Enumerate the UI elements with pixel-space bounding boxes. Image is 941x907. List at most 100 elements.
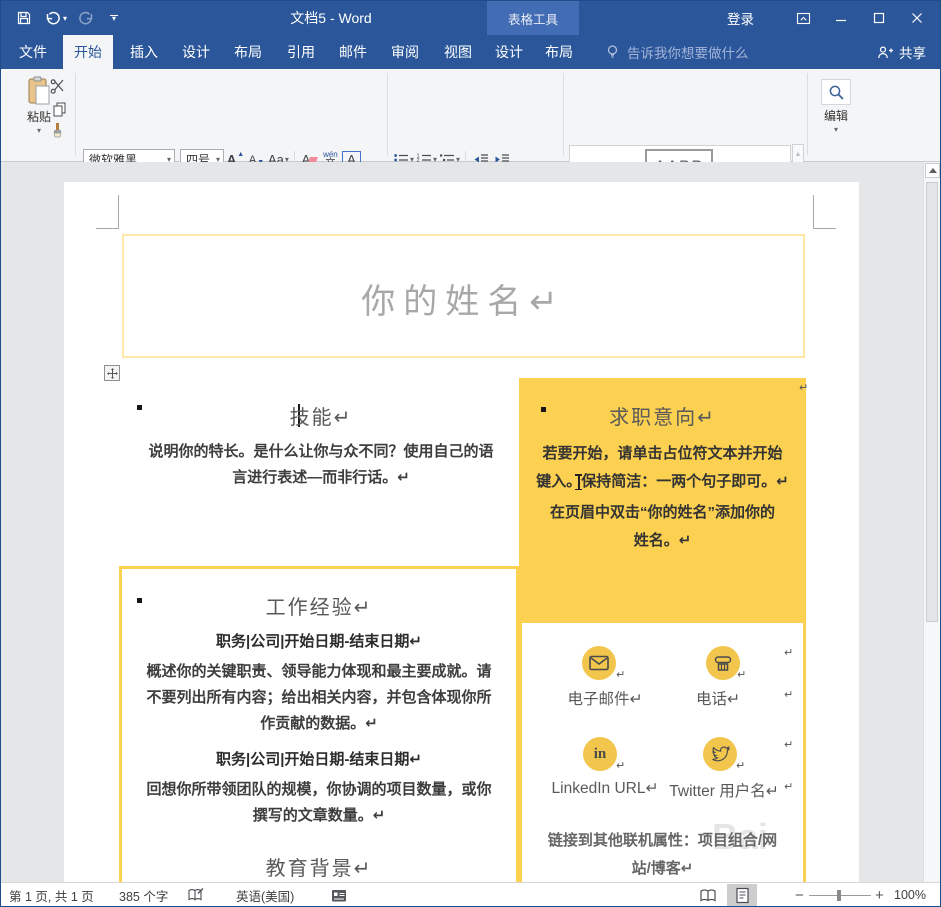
ribbon: 粘贴 ▾ 剪贴板 微软雅黑▾ 四号▾ A▲ A▼ Aa▾ — [1, 69, 940, 162]
print-layout-icon[interactable] — [727, 884, 757, 906]
minimize-button[interactable] — [826, 1, 856, 35]
zoom-out-icon[interactable]: − — [795, 883, 804, 907]
tab-mailings[interactable]: 邮件 — [330, 35, 376, 69]
copy-icon[interactable] — [49, 99, 69, 118]
quick-access-toolbar: ▾ ▾ — [15, 1, 123, 35]
table-move-handle-icon[interactable] — [104, 365, 120, 381]
pilcrow-mark: ↵ — [799, 381, 808, 394]
redo-icon[interactable] — [77, 9, 95, 27]
vertical-scrollbar[interactable] — [923, 162, 940, 882]
share-button[interactable]: 共享 — [877, 35, 926, 69]
tab-references[interactable]: 引用 — [278, 35, 324, 69]
tell-me-box[interactable]: 告诉我你想要做什么 — [605, 35, 749, 69]
pilcrow-mark: ↵ — [616, 759, 625, 772]
zoom-slider-knob[interactable] — [837, 890, 841, 901]
undo-dropdown-icon[interactable]: ▾ — [63, 14, 67, 23]
work-desc-line[interactable]: 回想你所带领团队的规模，你协调的项目数量，或你 — [124, 777, 514, 803]
objective-line[interactable]: 在页眉中双击“你的姓名”添加你的 — [525, 499, 800, 527]
work-job-line[interactable]: 职务|公司|开始日期-结束日期↵ — [124, 629, 514, 655]
tab-file[interactable]: 文件 — [11, 35, 55, 69]
twitter-icon[interactable] — [703, 737, 737, 771]
tab-insert[interactable]: 插入 — [121, 35, 167, 69]
work-desc-line[interactable]: 作贡献的数据。↵ — [124, 711, 514, 737]
contact-label-linkedin[interactable]: LinkedIn URL↵ — [552, 779, 659, 798]
cut-icon[interactable] — [47, 77, 67, 96]
document-page[interactable]: 你的姓名↵ 技能↵ 说明你的特长。是什么让你与众不同？使用自己的语 言进行表述—… — [64, 182, 859, 882]
pilcrow-mark: ↵ — [736, 759, 745, 772]
skills-line[interactable]: 说明你的特长。是什么让你与众不同？使用自己的语 — [136, 439, 506, 465]
editing-label: 编辑 — [824, 107, 848, 124]
customize-qat-icon[interactable]: ▾ — [105, 9, 123, 27]
work-desc-line[interactable]: 撰写的文章数量。↵ — [124, 803, 514, 829]
undo-icon[interactable] — [43, 9, 61, 27]
styles-scroll-up-icon[interactable]: ▲ — [792, 144, 804, 164]
pilcrow-mark: ↵ — [737, 668, 746, 681]
tab-review[interactable]: 审阅 — [382, 35, 428, 69]
tab-table-layout[interactable]: 布局 — [539, 35, 579, 69]
tab-view[interactable]: 视图 — [435, 35, 481, 69]
input-method-icon[interactable] — [331, 883, 347, 907]
work-desc-line[interactable]: 概述你的关键职责、领导能力体现和最主要成就。请 — [124, 659, 514, 685]
read-mode-icon[interactable] — [693, 884, 723, 906]
workbox-border — [119, 566, 519, 569]
work-heading[interactable]: 工作经验↵ — [124, 591, 514, 620]
objective-line[interactable]: 若要开始，请单击占位符文本并开始 — [525, 440, 800, 468]
links-line[interactable]: 链接到其他联机属性：项目组合/网 — [519, 827, 806, 855]
email-icon[interactable] — [582, 646, 616, 680]
search-icon — [828, 84, 845, 101]
work-desc-line[interactable]: 不要列出所有内容；给出相关内容，并包含体现你所 — [124, 685, 514, 711]
editing-button[interactable]: 编辑 ▾ — [813, 79, 859, 134]
scrollbar-thumb[interactable] — [926, 182, 938, 622]
education-heading[interactable]: 教育背景↵ — [124, 852, 514, 881]
paste-dropdown-icon: ▾ — [37, 127, 41, 135]
doc-name-text[interactable]: 你的姓名↵ — [122, 274, 805, 323]
tab-layout[interactable]: 布局 — [225, 35, 271, 69]
share-label: 共享 — [899, 42, 926, 62]
tell-me-label: 告诉我你想要做什么 — [627, 42, 749, 62]
editing-dropdown-icon: ▾ — [834, 126, 838, 134]
document-area: 你的姓名↵ 技能↵ 说明你的特长。是什么让你与众不同？使用自己的语 言进行表述—… — [1, 162, 940, 882]
pilcrow-mark: ↵ — [784, 780, 793, 793]
contact-label-phone[interactable]: 电话↵ — [696, 687, 740, 709]
margin-mark — [814, 228, 836, 229]
links-line[interactable]: 站/博客↵ — [519, 855, 806, 883]
tab-design[interactable]: 设计 — [173, 35, 219, 69]
page-indicator[interactable]: 第 1 页, 共 1 页 — [9, 883, 94, 907]
contact-label-email[interactable]: 电子邮件↵ — [568, 687, 643, 709]
share-person-icon — [877, 45, 893, 60]
titlebar-controls: 登录 — [727, 1, 940, 35]
sign-in-button[interactable]: 登录 — [727, 8, 754, 28]
proofing-icon[interactable] — [187, 883, 205, 907]
margin-mark — [96, 228, 118, 229]
skills-line[interactable]: 言进行表述—而非行话。↵ — [136, 465, 506, 491]
objective-line[interactable]: 键入。保持简洁：一两个句子即可。↵ — [525, 468, 800, 496]
table-tools-label: 表格工具 — [487, 9, 579, 28]
pilcrow-mark: ↵ — [784, 688, 793, 701]
zoom-level[interactable]: 100% — [894, 883, 926, 907]
linkedin-icon[interactable]: in — [583, 737, 617, 771]
zoom-in-icon[interactable]: + — [875, 883, 884, 907]
skills-heading[interactable]: 技能↵ — [136, 401, 506, 430]
objective-heading[interactable]: 求职意向↵ — [519, 401, 806, 430]
scroll-up-icon[interactable] — [925, 163, 940, 178]
format-painter-icon[interactable] — [47, 121, 67, 140]
save-icon[interactable] — [15, 9, 33, 27]
contact-label-twitter[interactable]: Twitter 用户名↵ — [669, 779, 778, 801]
tab-home[interactable]: 开始 — [63, 35, 113, 69]
phone-icon[interactable] — [706, 646, 740, 680]
word-window: ▾ ▾ 文档5 - Word 表格工具 登录 — [0, 0, 941, 907]
tab-table-design[interactable]: 设计 — [489, 35, 529, 69]
workbox-border — [119, 566, 122, 882]
margin-mark — [118, 195, 119, 229]
pilcrow-mark: ↵ — [616, 668, 625, 681]
maximize-button[interactable] — [864, 1, 894, 35]
work-job-line[interactable]: 职务|公司|开始日期-结束日期↵ — [124, 747, 514, 773]
objective-line[interactable]: 姓名。↵ — [525, 527, 800, 555]
language-indicator[interactable]: 英语(美国) — [236, 883, 294, 907]
lightbulb-icon — [605, 44, 620, 60]
pilcrow-mark: ↵ — [784, 646, 793, 659]
close-button[interactable] — [902, 1, 932, 35]
window-title: 文档5 - Word — [241, 1, 421, 35]
ribbon-display-options-icon[interactable] — [788, 1, 818, 35]
word-count[interactable]: 385 个字 — [119, 883, 168, 907]
